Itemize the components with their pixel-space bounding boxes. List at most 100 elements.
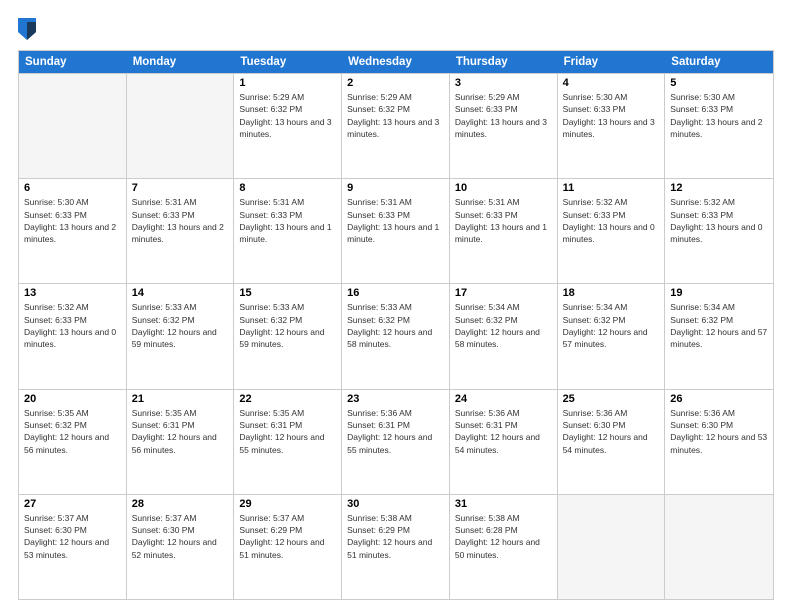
calendar-cell: 27Sunrise: 5:37 AMSunset: 6:30 PMDayligh… xyxy=(19,495,127,599)
calendar-cell: 12Sunrise: 5:32 AMSunset: 6:33 PMDayligh… xyxy=(665,179,773,283)
calendar-cell: 13 Sunrise: 5:32 AMSunset: 6:33 PMDayligh… xyxy=(19,284,127,388)
calendar-week: 1 Sunrise: 5:29 AMSunset: 6:32 PMDaylight… xyxy=(19,73,773,178)
calendar-header-cell: Friday xyxy=(558,51,666,73)
calendar-cell: 14 Sunrise: 5:33 AMSunset: 6:32 PMDayligh… xyxy=(127,284,235,388)
cell-date: 11 xyxy=(563,182,660,194)
cell-date: 30 xyxy=(347,498,444,510)
calendar-cell: 22Sunrise: 5:35 AMSunset: 6:31 PMDayligh… xyxy=(234,390,342,494)
calendar-cell: 3 Sunrise: 5:29 AMSunset: 6:33 PMDaylight… xyxy=(450,74,558,178)
calendar-cell: 23Sunrise: 5:36 AMSunset: 6:31 PMDayligh… xyxy=(342,390,450,494)
page: SundayMondayTuesdayWednesdayThursdayFrid… xyxy=(0,0,792,612)
cell-date: 25 xyxy=(563,393,660,405)
cell-date: 8 xyxy=(239,182,336,194)
calendar-cell: 4 Sunrise: 5:30 AMSunset: 6:33 PMDaylight… xyxy=(558,74,666,178)
cell-info: Sunrise: 5:37 AMSunset: 6:30 PMDaylight:… xyxy=(24,512,121,561)
cell-info: Sunrise: 5:36 AMSunset: 6:30 PMDaylight:… xyxy=(670,407,768,456)
calendar-week: 13 Sunrise: 5:32 AMSunset: 6:33 PMDayligh… xyxy=(19,283,773,388)
calendar-cell: 31 Sunrise: 5:38 AMSunset: 6:28 PMDayligh… xyxy=(450,495,558,599)
calendar-cell: 17 Sunrise: 5:34 AMSunset: 6:32 PMDayligh… xyxy=(450,284,558,388)
cell-date: 3 xyxy=(455,77,552,89)
calendar-cell: 26 Sunrise: 5:36 AMSunset: 6:30 PMDayligh… xyxy=(665,390,773,494)
cell-info: Sunrise: 5:29 AMSunset: 6:32 PMDaylight:… xyxy=(239,91,336,140)
cell-info: Sunrise: 5:33 AMSunset: 6:32 PMDaylight:… xyxy=(239,301,336,350)
cell-info: Sunrise: 5:31 AMSunset: 6:33 PMDaylight:… xyxy=(239,196,336,245)
cell-date: 12 xyxy=(670,182,768,194)
cell-date: 29 xyxy=(239,498,336,510)
calendar-cell: 5 Sunrise: 5:30 AMSunset: 6:33 PMDaylight… xyxy=(665,74,773,178)
cell-date: 17 xyxy=(455,287,552,299)
calendar-cell: 7 Sunrise: 5:31 AMSunset: 6:33 PMDaylight… xyxy=(127,179,235,283)
cell-info: Sunrise: 5:35 AMSunset: 6:31 PMDaylight:… xyxy=(132,407,229,456)
cell-info: Sunrise: 5:34 AMSunset: 6:32 PMDaylight:… xyxy=(670,301,768,350)
cell-date: 10 xyxy=(455,182,552,194)
cell-info: Sunrise: 5:34 AMSunset: 6:32 PMDaylight:… xyxy=(455,301,552,350)
cell-date: 7 xyxy=(132,182,229,194)
calendar-cell: 25Sunrise: 5:36 AMSunset: 6:30 PMDayligh… xyxy=(558,390,666,494)
cell-date: 23 xyxy=(347,393,444,405)
cell-info: Sunrise: 5:31 AMSunset: 6:33 PMDaylight:… xyxy=(455,196,552,245)
calendar-cell: 21 Sunrise: 5:35 AMSunset: 6:31 PMDayligh… xyxy=(127,390,235,494)
calendar-cell: 6Sunrise: 5:30 AMSunset: 6:33 PMDaylight… xyxy=(19,179,127,283)
logo xyxy=(18,18,39,40)
cell-info: Sunrise: 5:29 AMSunset: 6:32 PMDaylight:… xyxy=(347,91,444,140)
cell-date: 2 xyxy=(347,77,444,89)
cell-info: Sunrise: 5:33 AMSunset: 6:32 PMDaylight:… xyxy=(132,301,229,350)
calendar-cell: 24 Sunrise: 5:36 AMSunset: 6:31 PMDayligh… xyxy=(450,390,558,494)
calendar-cell xyxy=(665,495,773,599)
cell-info: Sunrise: 5:38 AMSunset: 6:29 PMDaylight:… xyxy=(347,512,444,561)
cell-info: Sunrise: 5:32 AMSunset: 6:33 PMDaylight:… xyxy=(24,301,121,350)
calendar-cell: 20Sunrise: 5:35 AMSunset: 6:32 PMDayligh… xyxy=(19,390,127,494)
cell-date: 31 xyxy=(455,498,552,510)
header xyxy=(18,18,774,40)
cell-info: Sunrise: 5:30 AMSunset: 6:33 PMDaylight:… xyxy=(670,91,768,140)
cell-info: Sunrise: 5:31 AMSunset: 6:33 PMDaylight:… xyxy=(347,196,444,245)
cell-date: 4 xyxy=(563,77,660,89)
cell-info: Sunrise: 5:37 AMSunset: 6:30 PMDaylight:… xyxy=(132,512,229,561)
calendar-cell: 28 Sunrise: 5:37 AMSunset: 6:30 PMDayligh… xyxy=(127,495,235,599)
cell-date: 26 xyxy=(670,393,768,405)
calendar-cell: 10 Sunrise: 5:31 AMSunset: 6:33 PMDayligh… xyxy=(450,179,558,283)
cell-info: Sunrise: 5:35 AMSunset: 6:32 PMDaylight:… xyxy=(24,407,121,456)
cell-date: 6 xyxy=(24,182,121,194)
calendar-cell: 11 Sunrise: 5:32 AMSunset: 6:33 PMDayligh… xyxy=(558,179,666,283)
cell-info: Sunrise: 5:37 AMSunset: 6:29 PMDaylight:… xyxy=(239,512,336,561)
cell-info: Sunrise: 5:34 AMSunset: 6:32 PMDaylight:… xyxy=(563,301,660,350)
cell-date: 28 xyxy=(132,498,229,510)
cell-date: 14 xyxy=(132,287,229,299)
calendar-cell: 30 Sunrise: 5:38 AMSunset: 6:29 PMDayligh… xyxy=(342,495,450,599)
cell-info: Sunrise: 5:36 AMSunset: 6:31 PMDaylight:… xyxy=(455,407,552,456)
cell-info: Sunrise: 5:32 AMSunset: 6:33 PMDaylight:… xyxy=(563,196,660,245)
calendar-header-cell: Monday xyxy=(127,51,235,73)
calendar: SundayMondayTuesdayWednesdayThursdayFrid… xyxy=(18,50,774,600)
cell-info: Sunrise: 5:29 AMSunset: 6:33 PMDaylight:… xyxy=(455,91,552,140)
cell-date: 1 xyxy=(239,77,336,89)
cell-info: Sunrise: 5:38 AMSunset: 6:28 PMDaylight:… xyxy=(455,512,552,561)
calendar-cell: 2 Sunrise: 5:29 AMSunset: 6:32 PMDaylight… xyxy=(342,74,450,178)
calendar-header-cell: Thursday xyxy=(450,51,558,73)
calendar-header-cell: Saturday xyxy=(665,51,773,73)
cell-date: 13 xyxy=(24,287,121,299)
cell-date: 24 xyxy=(455,393,552,405)
cell-info: Sunrise: 5:33 AMSunset: 6:32 PMDaylight:… xyxy=(347,301,444,350)
cell-info: Sunrise: 5:30 AMSunset: 6:33 PMDaylight:… xyxy=(563,91,660,140)
cell-date: 5 xyxy=(670,77,768,89)
cell-date: 18 xyxy=(563,287,660,299)
cell-date: 21 xyxy=(132,393,229,405)
cell-info: Sunrise: 5:31 AMSunset: 6:33 PMDaylight:… xyxy=(132,196,229,245)
calendar-cell xyxy=(127,74,235,178)
calendar-header-cell: Sunday xyxy=(19,51,127,73)
calendar-cell: 29 Sunrise: 5:37 AMSunset: 6:29 PMDayligh… xyxy=(234,495,342,599)
calendar-week: 20Sunrise: 5:35 AMSunset: 6:32 PMDayligh… xyxy=(19,389,773,494)
calendar-cell: 8 Sunrise: 5:31 AMSunset: 6:33 PMDaylight… xyxy=(234,179,342,283)
calendar-cell: 18 Sunrise: 5:34 AMSunset: 6:32 PMDayligh… xyxy=(558,284,666,388)
cell-date: 16 xyxy=(347,287,444,299)
cell-date: 19 xyxy=(670,287,768,299)
calendar-header: SundayMondayTuesdayWednesdayThursdayFrid… xyxy=(19,51,773,73)
cell-date: 15 xyxy=(239,287,336,299)
calendar-cell: 1 Sunrise: 5:29 AMSunset: 6:32 PMDaylight… xyxy=(234,74,342,178)
calendar-cell xyxy=(558,495,666,599)
calendar-week: 27Sunrise: 5:37 AMSunset: 6:30 PMDayligh… xyxy=(19,494,773,599)
calendar-header-cell: Wednesday xyxy=(342,51,450,73)
calendar-cell: 19 Sunrise: 5:34 AMSunset: 6:32 PMDayligh… xyxy=(665,284,773,388)
calendar-header-cell: Tuesday xyxy=(234,51,342,73)
